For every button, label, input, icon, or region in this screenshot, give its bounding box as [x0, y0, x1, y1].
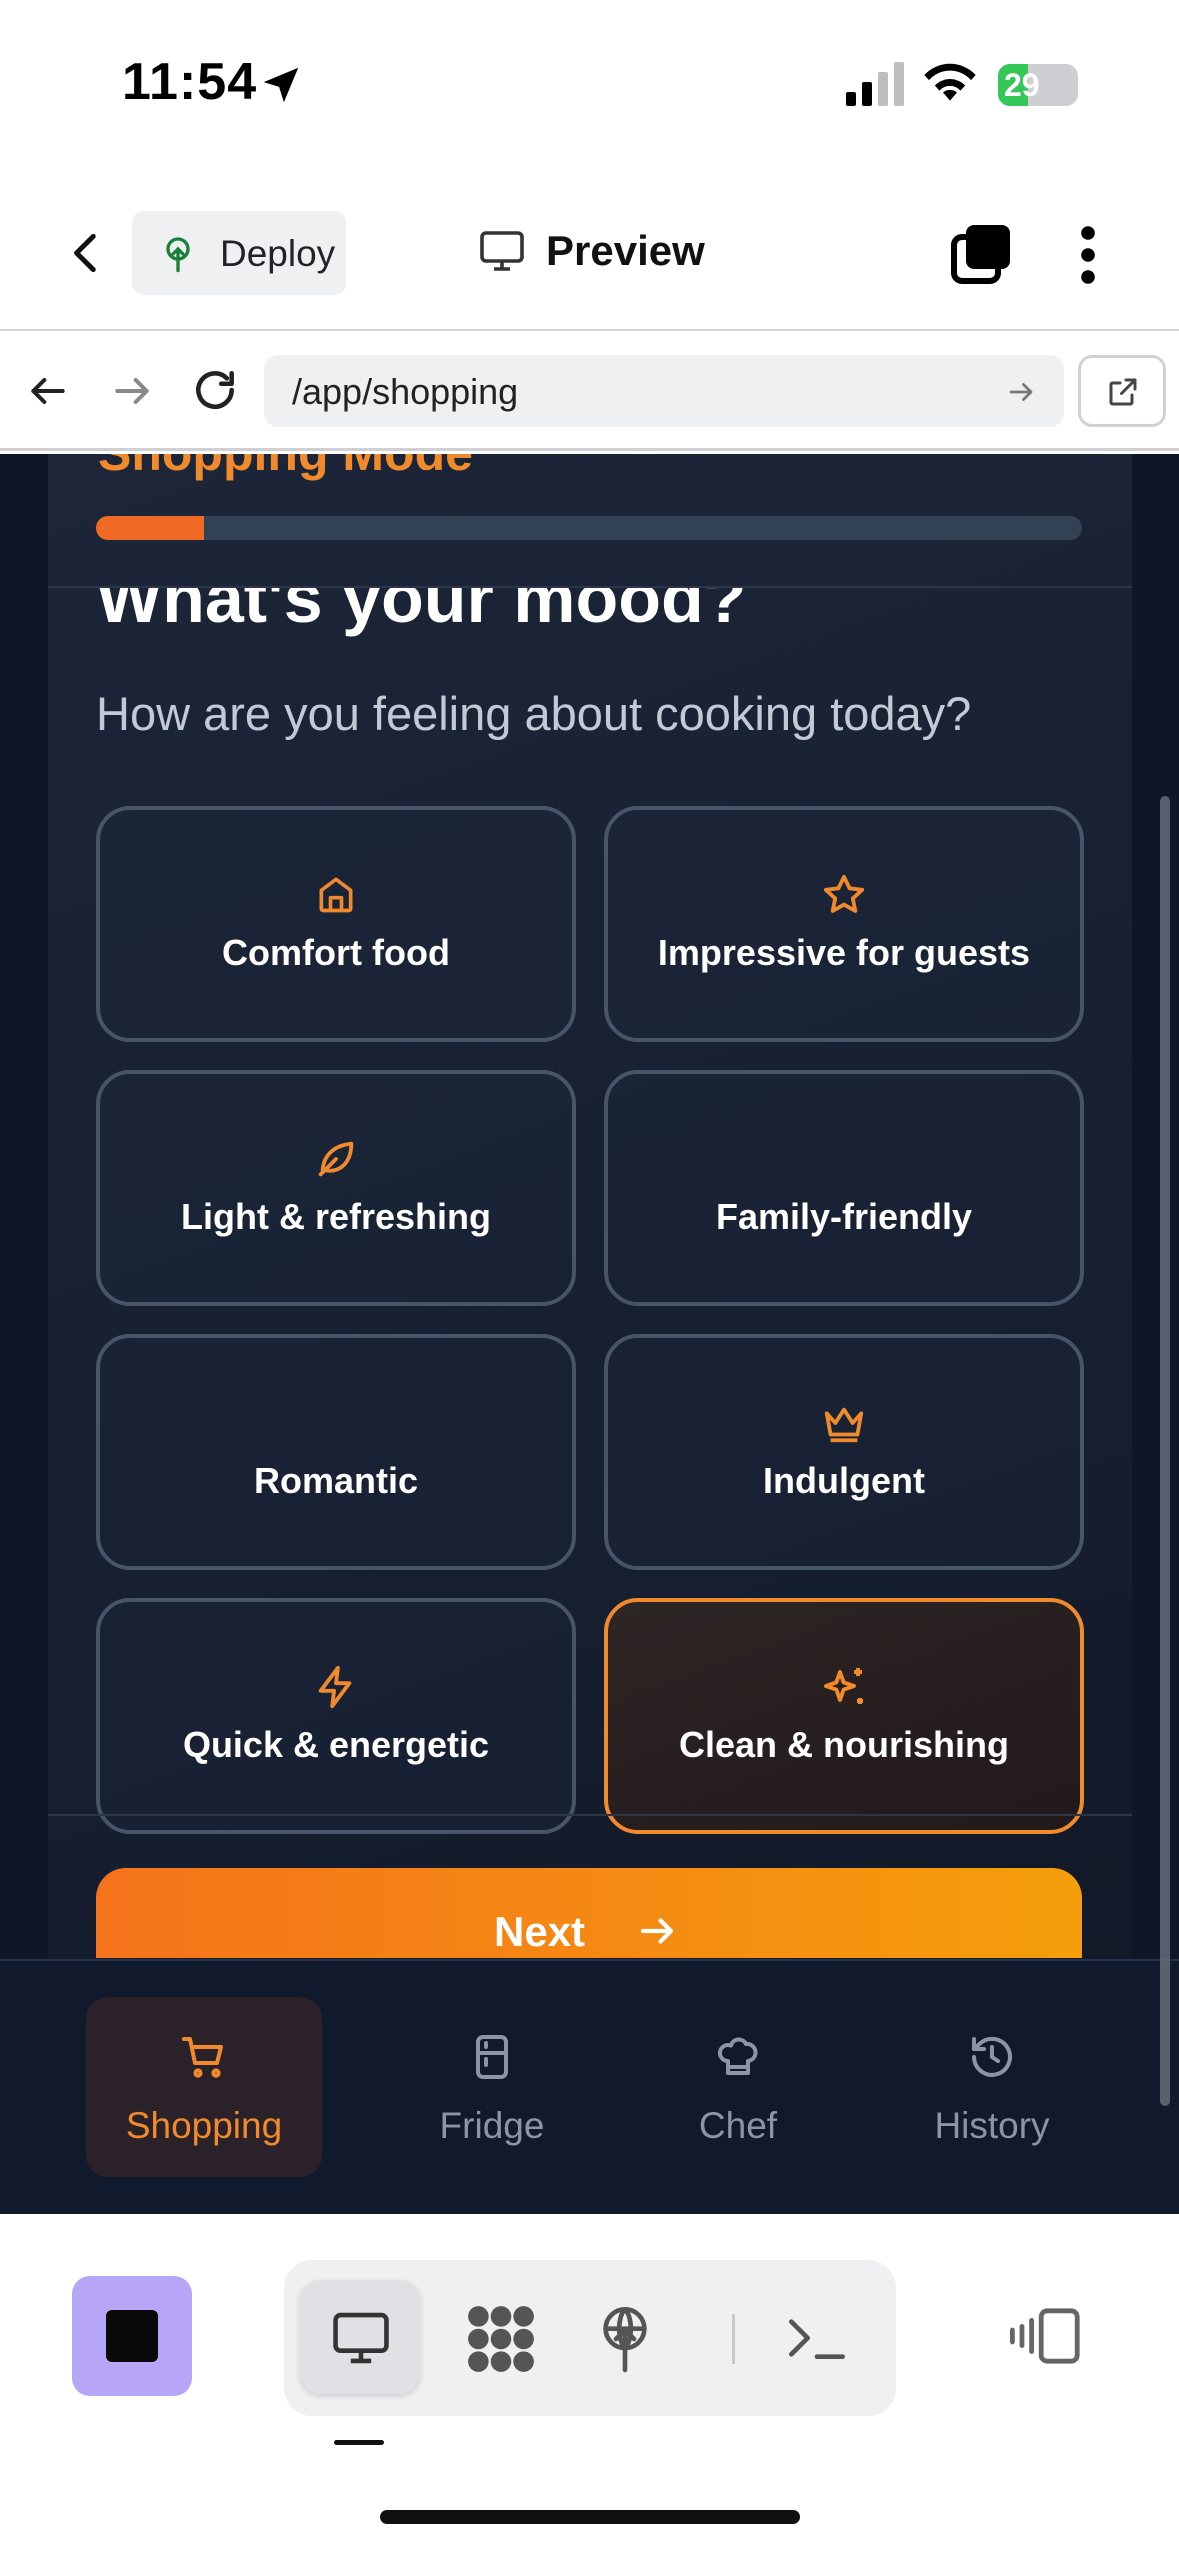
next-area: Next — [0, 1816, 1179, 1958]
external-link-icon — [1109, 378, 1137, 406]
mood-option-label: Romantic — [253, 1460, 419, 1501]
fridge-icon — [476, 2035, 508, 2079]
mood-option-romantic[interactable]: Romantic — [96, 1334, 576, 1570]
arrow-left-icon[interactable] — [26, 369, 70, 413]
layout-icon[interactable] — [1010, 2306, 1082, 2366]
active-tool-indicator — [334, 2440, 384, 2445]
tab-label: History — [934, 2105, 1050, 2146]
mood-option-label: Comfort food — [222, 932, 450, 973]
mood-option-label: Light & refreshing — [180, 1196, 491, 1237]
arrow-right-icon — [640, 1918, 674, 1944]
mood-option-label: Quick & energetic — [182, 1724, 490, 1765]
tab-label: Chef — [698, 2105, 778, 2146]
question-heading: What's your mood? — [96, 588, 747, 637]
stop-button[interactable] — [72, 2276, 192, 2396]
cart-icon — [182, 2037, 223, 2078]
tool-group — [284, 2260, 896, 2416]
back-icon[interactable] — [62, 223, 112, 283]
bottom-tab-bar: Shopping Fridge Chef History — [0, 1959, 1179, 2214]
progress-bar — [96, 516, 1082, 540]
deploy-icon[interactable] — [594, 2304, 656, 2374]
next-button[interactable]: Next — [96, 1868, 1082, 1958]
tool-separator — [732, 2314, 735, 2364]
tab-history[interactable]: History — [874, 1997, 1110, 2177]
preview-tool-button[interactable] — [300, 2280, 420, 2394]
leaf-icon — [318, 1141, 354, 1177]
scrollbar[interactable] — [1160, 796, 1170, 2106]
crown-icon — [824, 1407, 864, 1443]
deploy-label: Deploy — [220, 233, 336, 274]
url-input[interactable]: /app/shopping — [264, 355, 1064, 427]
star-icon — [823, 874, 865, 913]
more-icon[interactable] — [1080, 225, 1096, 285]
url-text: /app/shopping — [292, 371, 519, 412]
workspace-icon[interactable] — [464, 2304, 538, 2374]
mood-option-indulgent[interactable]: Indulgent — [604, 1334, 1084, 1570]
mood-option-label: Indulgent — [763, 1460, 925, 1501]
mood-option-label: Clean & nourishing — [678, 1724, 1009, 1765]
monitor-icon — [480, 231, 524, 271]
terminal-icon[interactable] — [784, 2310, 850, 2366]
mood-option-light[interactable]: Light & refreshing — [96, 1070, 576, 1306]
home-icon — [319, 877, 353, 913]
mood-option-label: Family-friendly — [715, 1196, 973, 1237]
signal-icon — [846, 62, 904, 106]
top-nav: Deploy Preview — [0, 175, 1179, 331]
workspace-toolbar — [0, 2214, 1179, 2556]
history-icon — [972, 2036, 1012, 2077]
go-icon[interactable] — [1006, 377, 1036, 407]
deploy-icon — [166, 237, 190, 273]
arrow-right-icon[interactable] — [110, 369, 154, 413]
location-arrow-icon — [263, 67, 299, 103]
status-bar: 11:54 29 — [0, 0, 1179, 175]
home-indicator — [380, 2510, 800, 2524]
url-bar-row: /app/shopping — [0, 331, 1179, 451]
status-time: 11:54 — [122, 53, 258, 111]
question-subtitle: How are you feeling about cooking today? — [96, 687, 972, 740]
question-clip: What's your mood? — [48, 588, 1132, 678]
deploy-button[interactable]: Deploy — [132, 211, 346, 295]
stop-icon — [106, 2310, 158, 2362]
mood-option-clean[interactable]: Clean & nourishing — [604, 1598, 1084, 1834]
chef-hat-icon — [717, 2037, 758, 2075]
wizard-header: Shopping Mode — [48, 454, 1132, 588]
progress-fill — [96, 516, 205, 540]
external-link-button[interactable] — [1078, 355, 1166, 427]
tab-label: Shopping — [125, 2105, 283, 2146]
sparkles-icon — [824, 1668, 863, 1704]
mood-option-comfort-food[interactable]: Comfort food — [96, 806, 576, 1042]
tab-chef[interactable]: Chef — [620, 1997, 856, 2177]
preview-label: Preview — [546, 227, 705, 274]
mood-option-impressive[interactable]: Impressive for guests — [604, 806, 1084, 1042]
app-viewport: Shopping Mode What's your mood? How are … — [0, 454, 1179, 2214]
mood-option-family[interactable]: Family-friendly — [604, 1070, 1084, 1306]
wifi-icon — [924, 63, 976, 101]
mood-option-quick[interactable]: Quick & energetic — [96, 1598, 576, 1834]
monitor-icon — [333, 2312, 389, 2364]
mood-option-label: Impressive for guests — [657, 932, 1031, 973]
zap-icon — [318, 1665, 352, 1709]
mode-title: Shopping Mode — [98, 454, 473, 482]
reload-icon[interactable] — [190, 365, 240, 415]
windows-icon[interactable] — [950, 223, 1014, 285]
battery-icon: 29 — [998, 64, 1078, 106]
tab-fridge[interactable]: Fridge — [374, 1997, 610, 2177]
tab-shopping[interactable]: Shopping — [86, 1997, 322, 2177]
tab-label: Fridge — [439, 2105, 545, 2146]
battery-level: 29 — [1004, 67, 1040, 103]
next-label: Next — [494, 1908, 586, 1955]
